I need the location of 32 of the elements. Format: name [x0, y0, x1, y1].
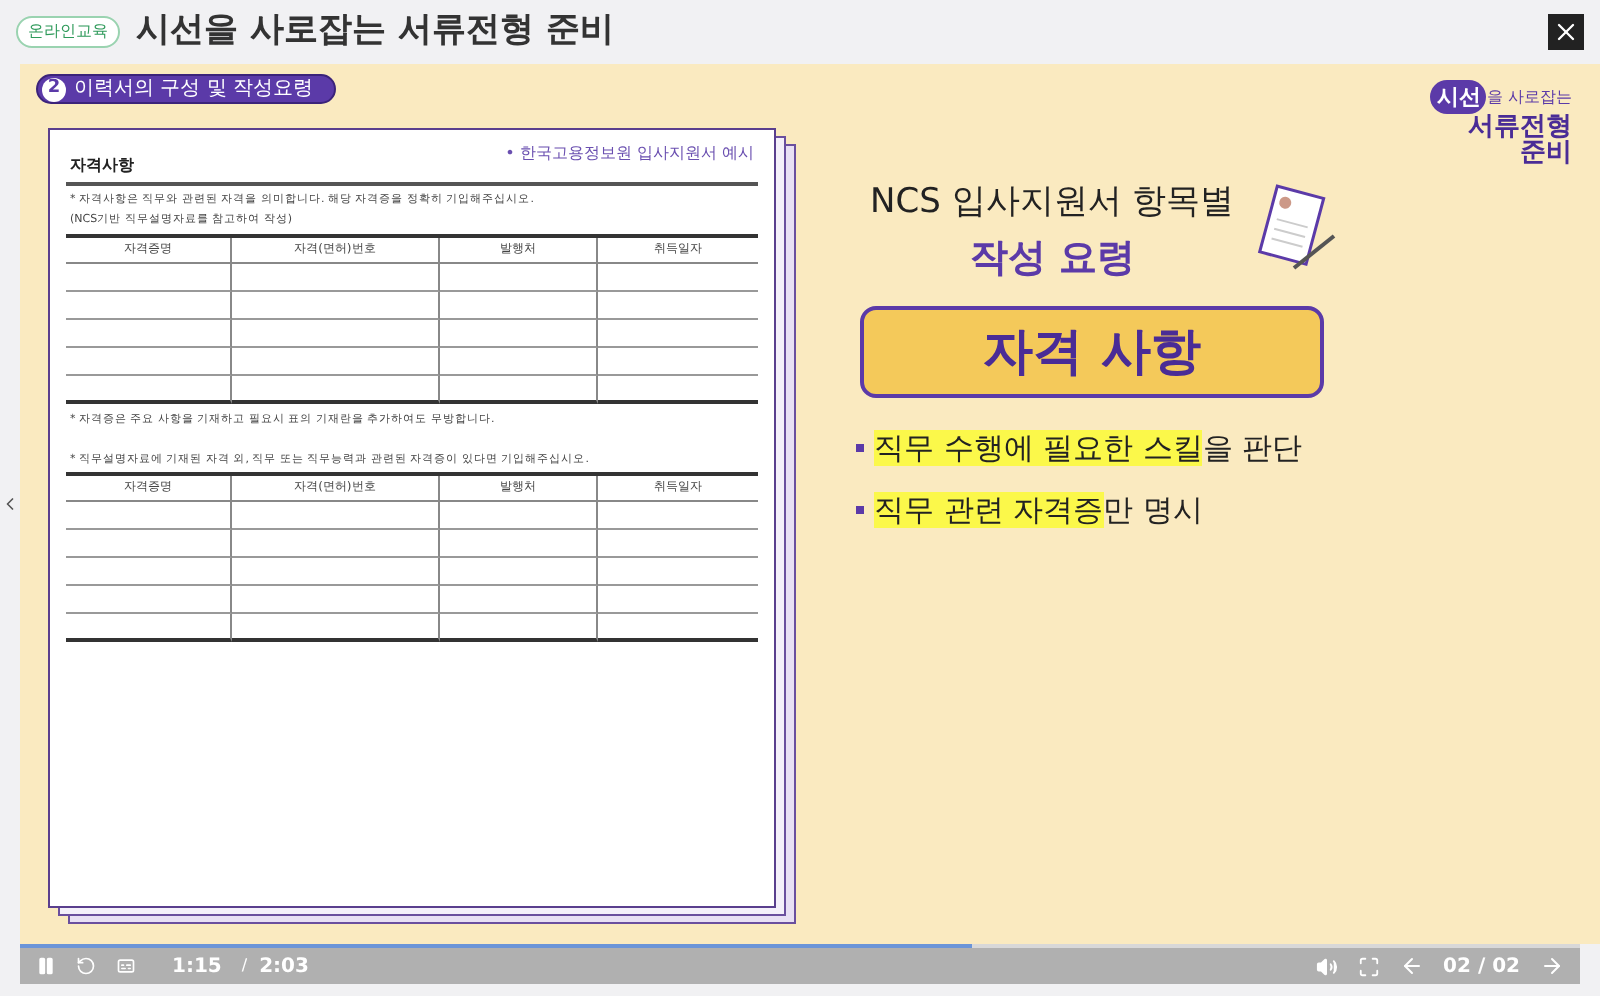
close-button[interactable]: [1548, 14, 1584, 50]
fullscreen-icon[interactable]: [1357, 955, 1380, 977]
bullet-icon: [856, 444, 864, 453]
total-time: 2:03: [259, 953, 311, 981]
course-badge: 온라인교육: [16, 16, 120, 48]
section-number: 2: [42, 77, 66, 101]
page-counter: 02 / 02: [1443, 953, 1520, 981]
course-title: 시선을 사로잡는 서류전형 준비: [136, 8, 616, 55]
replay-icon[interactable]: [76, 956, 96, 976]
bullet-text: 만 명시: [1103, 491, 1203, 527]
time-separator: /: [241, 954, 248, 978]
highlighted-text: 직무 수행에 필요한 스킬: [874, 430, 1203, 466]
section-title: 이력서의 구성 및 작성요령: [74, 76, 314, 104]
logo-text: 을 사로잡는: [1486, 89, 1572, 105]
current-time: 1:15: [172, 953, 222, 981]
bullet-icon: [856, 505, 864, 514]
previous-page-icon[interactable]: [1399, 954, 1424, 978]
pause-icon[interactable]: [36, 956, 56, 976]
document-source: • 한국고용정보원 입사지원서 예시: [505, 142, 754, 166]
bullet-text: 을 판단: [1202, 430, 1303, 466]
logo-text: 서류전형: [1468, 114, 1572, 140]
topic-banner: 자격 사항: [860, 306, 1324, 398]
document-title: 자격사항: [70, 154, 134, 178]
logo-text: 시선: [1430, 80, 1487, 114]
volume-icon[interactable]: [1315, 955, 1338, 977]
close-icon: [1552, 18, 1580, 46]
captions-icon[interactable]: [116, 956, 136, 976]
slide-heading: NCS 입사지원서 항목별: [870, 180, 1235, 226]
highlighted-text: 직무 관련 자격증: [874, 491, 1104, 527]
slide-subheading: 작성 요령: [969, 233, 1135, 283]
logo-text: 준비: [1520, 140, 1572, 166]
next-page-icon[interactable]: [1540, 954, 1564, 978]
